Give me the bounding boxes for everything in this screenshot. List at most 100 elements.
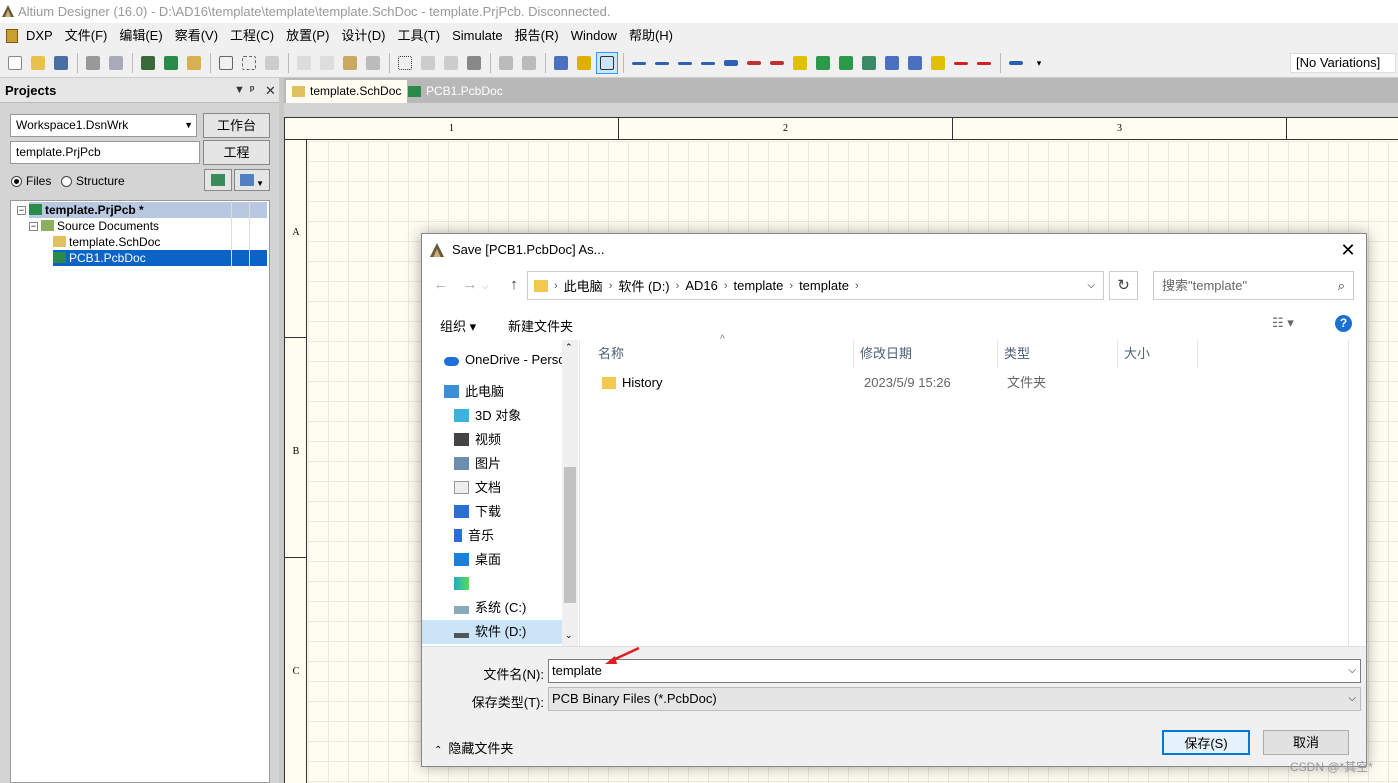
breadcrumb-drive-d[interactable]: 软件 (D:) [612, 276, 675, 295]
chevron-down-icon[interactable]: ⌵ [1087, 280, 1095, 291]
place-bus-entry-icon[interactable] [674, 52, 696, 74]
project-field[interactable]: template.PrjPcb [10, 141, 200, 164]
place-port-icon[interactable] [927, 52, 949, 74]
close-icon[interactable]: ✕ [1336, 238, 1360, 262]
workspace-button[interactable]: 工作台 [203, 113, 270, 138]
column-size[interactable]: 大小 [1118, 340, 1198, 368]
nav-desktop[interactable]: 桌面 [454, 548, 501, 572]
menu-design[interactable]: 设计(D) [335, 25, 391, 47]
nav-documents[interactable]: 文档 [454, 476, 501, 500]
hide-folders-toggle[interactable]: ⌃ 隐藏文件夹 [434, 738, 513, 757]
drawing-tools-icon[interactable] [1005, 52, 1027, 74]
3d-view-icon[interactable] [137, 52, 159, 74]
copy-icon[interactable] [316, 52, 338, 74]
place-harness-entry-icon[interactable] [904, 52, 926, 74]
collapse-icon[interactable]: − [17, 206, 26, 215]
chevron-down-icon[interactable]: ▾ [1028, 52, 1050, 74]
print-preview-icon[interactable] [105, 52, 127, 74]
nav-music[interactable]: 音乐 [454, 524, 494, 548]
filename-input[interactable]: template ⌵ [548, 659, 1361, 683]
paste-icon[interactable] [339, 52, 361, 74]
radio-files[interactable]: Files [11, 174, 51, 188]
collapse-icon[interactable]: − [29, 222, 38, 231]
nav-pictures[interactable]: 图片 [454, 452, 501, 476]
menu-file[interactable]: 文件(F) [59, 25, 114, 47]
organize-button[interactable]: 组织 ▾ [440, 316, 476, 335]
browse-component-icon[interactable] [596, 52, 618, 74]
place-sheet-symbol-icon[interactable] [812, 52, 834, 74]
project-button[interactable]: 工程 [203, 140, 270, 165]
recent-chevron-icon[interactable]: ⌵ [474, 274, 496, 296]
move-icon[interactable] [417, 52, 439, 74]
address-bar[interactable]: › 此电脑 › 软件 (D:) › AD16 › template › temp… [527, 271, 1104, 300]
filetype-select[interactable]: PCB Binary Files (*.PcbDoc) ⌵ [548, 687, 1361, 711]
deselect-icon[interactable] [440, 52, 462, 74]
help-icon[interactable]: ? [1335, 315, 1352, 332]
nav-downloads[interactable]: 下载 [454, 500, 501, 524]
tree-doc-schematic[interactable]: template.SchDoc [53, 234, 160, 250]
column-date[interactable]: 修改日期 [854, 340, 998, 368]
menu-help[interactable]: 帮助(H) [623, 25, 679, 47]
save-icon[interactable] [50, 52, 72, 74]
nav-videos[interactable]: 视频 [454, 428, 501, 452]
nav-app[interactable] [454, 572, 475, 596]
scroll-down-icon[interactable]: ⌄ [565, 630, 573, 641]
select-area-icon[interactable] [394, 52, 416, 74]
print-icon[interactable] [82, 52, 104, 74]
vcc-port-icon[interactable] [766, 52, 788, 74]
gnd-port-icon[interactable] [743, 52, 765, 74]
panel-menu-icon[interactable]: ▼ [234, 78, 245, 103]
nav-onedrive[interactable]: OneDrive - Perso [444, 348, 562, 372]
cancel-button[interactable]: 取消 [1263, 730, 1349, 755]
library-icon[interactable] [183, 52, 205, 74]
scroll-up-icon[interactable]: ⌃ [565, 342, 573, 353]
tree-folder[interactable]: Source Documents [41, 218, 159, 234]
table-row[interactable]: History 2023/5/9 15:26 文件夹 [592, 372, 1198, 394]
menu-tools[interactable]: 工具(T) [391, 25, 446, 47]
zoom-area-icon[interactable] [238, 52, 260, 74]
hierarchy-icon[interactable] [550, 52, 572, 74]
save-button[interactable]: 保存(S) [1162, 730, 1250, 755]
up-arrow-icon[interactable]: ↑ [503, 274, 525, 296]
menu-dxp[interactable]: DXP [20, 25, 59, 47]
zoom-selected-icon[interactable] [261, 52, 283, 74]
menu-place[interactable]: 放置(P) [280, 25, 335, 47]
back-arrow-icon[interactable]: ← [430, 274, 452, 296]
tree-doc-pcb[interactable]: PCB1.PcbDoc [53, 250, 267, 266]
clear-filter-icon[interactable] [463, 52, 485, 74]
place-device-sheet-icon[interactable] [858, 52, 880, 74]
breadcrumb-ad16[interactable]: AD16 [679, 278, 724, 293]
breadcrumb-template[interactable]: template [728, 278, 790, 293]
place-part-icon[interactable] [789, 52, 811, 74]
nav-this-pc[interactable]: 此电脑 [444, 380, 504, 404]
no-erc-icon[interactable] [950, 52, 972, 74]
breadcrumb-this-pc[interactable]: 此电脑 [558, 276, 609, 295]
scrollbar-thumb[interactable] [564, 467, 576, 603]
pin-icon[interactable]: ᵖ [250, 78, 254, 103]
zoom-fit-icon[interactable] [215, 52, 237, 74]
menu-edit[interactable]: 编辑(E) [113, 25, 168, 47]
menu-project[interactable]: 工程(C) [224, 25, 280, 47]
refresh-icon[interactable]: ↻ [1109, 271, 1138, 300]
nav-scrollbar[interactable]: ⌃ ⌄ [562, 340, 578, 646]
close-icon[interactable]: ✕ [265, 78, 276, 103]
nav-drive-d[interactable]: 软件 (D:) [422, 620, 562, 644]
compile-mask-icon[interactable] [973, 52, 995, 74]
breadcrumb-template-current[interactable]: template [793, 278, 855, 293]
add-document-button[interactable]: ▼ [234, 169, 270, 191]
menu-simulate[interactable]: Simulate [446, 25, 509, 47]
menu-reports[interactable]: 报告(R) [509, 25, 565, 47]
menu-view[interactable]: 察看(V) [169, 25, 224, 47]
rubber-stamp-icon[interactable] [362, 52, 384, 74]
variations-selector[interactable]: [No Variations] [1290, 53, 1396, 73]
menu-window[interactable]: Window [565, 25, 623, 47]
place-bus-icon[interactable] [628, 52, 650, 74]
cross-probe-icon[interactable] [573, 52, 595, 74]
column-type[interactable]: 类型 [998, 340, 1118, 368]
nav-3d-objects[interactable]: 3D 对象 [454, 404, 521, 428]
open-icon[interactable] [27, 52, 49, 74]
place-wire-icon[interactable] [651, 52, 673, 74]
tab-schdoc[interactable]: template.SchDoc [286, 80, 408, 103]
component-icon[interactable] [160, 52, 182, 74]
view-options-icon[interactable]: ☷ ▾ [1272, 315, 1294, 331]
